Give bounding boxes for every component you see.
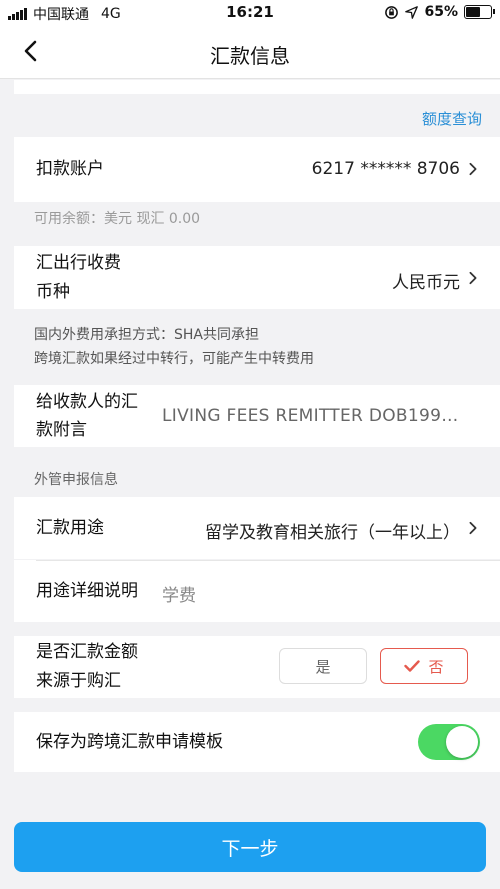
remittance-message-label-line1: 给收款人的汇 xyxy=(36,392,138,412)
page-title: 汇款信息 xyxy=(210,44,290,68)
purchase-source-label-line1: 是否汇款金额 xyxy=(36,642,138,662)
purchase-source-row: 是否汇款金额 来源于购汇 是 否 xyxy=(14,636,500,698)
option-yes-button[interactable]: 是 xyxy=(279,648,367,684)
fee-bearing-note: 国内外费用承担方式：SHA共同承担 xyxy=(34,327,259,343)
available-balance: 可用余额：美元 现汇 0.00 xyxy=(34,211,201,227)
remittance-message-label-line2: 款附言 xyxy=(36,420,87,440)
purpose-detail-label: 用途详细说明 xyxy=(36,581,138,601)
remittance-message-value[interactable]: LIVING FEES REMITTER DOB199… xyxy=(162,406,459,426)
battery-icon xyxy=(464,5,495,19)
next-step-button[interactable]: 下一步 xyxy=(14,822,486,872)
option-yes-label: 是 xyxy=(315,657,331,676)
save-template-label: 保存为跨境汇款申请模板 xyxy=(36,732,223,752)
chevron-right-icon xyxy=(469,521,477,535)
location-icon xyxy=(405,5,419,19)
quota-query-link[interactable]: 额度查询 xyxy=(422,108,482,129)
status-right: 65% xyxy=(384,4,495,20)
toggle-knob xyxy=(446,726,478,758)
remittance-purpose-value: 留学及教育相关旅行（一年以上） xyxy=(205,523,460,543)
fee-currency-label-line2: 币种 xyxy=(36,282,70,302)
save-template-row: 保存为跨境汇款申请模板 xyxy=(14,712,500,772)
nav-bar: 汇款信息 xyxy=(0,26,500,79)
fx-declaration-section-title: 外管申报信息 xyxy=(34,472,118,488)
status-bar: 中国联通 4G 16:21 65% xyxy=(0,0,500,26)
checkmark-icon xyxy=(404,660,421,672)
save-template-toggle[interactable] xyxy=(418,724,480,760)
chevron-right-icon xyxy=(469,271,477,285)
fee-currency-value: 人民币元 xyxy=(392,273,460,293)
purpose-detail-row[interactable]: 用途详细说明 学费 xyxy=(14,560,500,622)
remittance-message-row[interactable]: 给收款人的汇 款附言 LIVING FEES REMITTER DOB199… xyxy=(14,385,500,447)
debit-account-row[interactable]: 扣款账户 6217 ****** 8706 xyxy=(14,137,500,202)
remittance-purpose-row[interactable]: 汇款用途 留学及教育相关旅行（一年以上） xyxy=(14,497,500,559)
purpose-detail-input[interactable]: 学费 xyxy=(162,581,196,606)
debit-account-value: 6217 ****** 8706 xyxy=(311,159,460,179)
chevron-right-icon xyxy=(469,162,477,176)
debit-account-label: 扣款账户 xyxy=(36,159,104,179)
purchase-source-label-line2: 来源于购汇 xyxy=(36,671,121,691)
scrolled-card-edge xyxy=(14,80,500,94)
rotation-lock-icon xyxy=(385,5,399,19)
remittance-purpose-label: 汇款用途 xyxy=(36,518,104,538)
row-divider xyxy=(36,560,500,561)
fee-currency-label-line1: 汇出行收费 xyxy=(36,253,121,273)
battery-fill xyxy=(466,7,481,17)
battery-percent: 65% xyxy=(424,4,458,20)
intermediary-fee-note: 跨境汇款如果经过中转行，可能产生中转费用 xyxy=(34,351,314,367)
option-no-label: 否 xyxy=(428,657,444,676)
option-no-button[interactable]: 否 xyxy=(380,648,468,684)
fee-currency-row[interactable]: 汇出行收费 币种 人民币元 xyxy=(14,246,500,309)
